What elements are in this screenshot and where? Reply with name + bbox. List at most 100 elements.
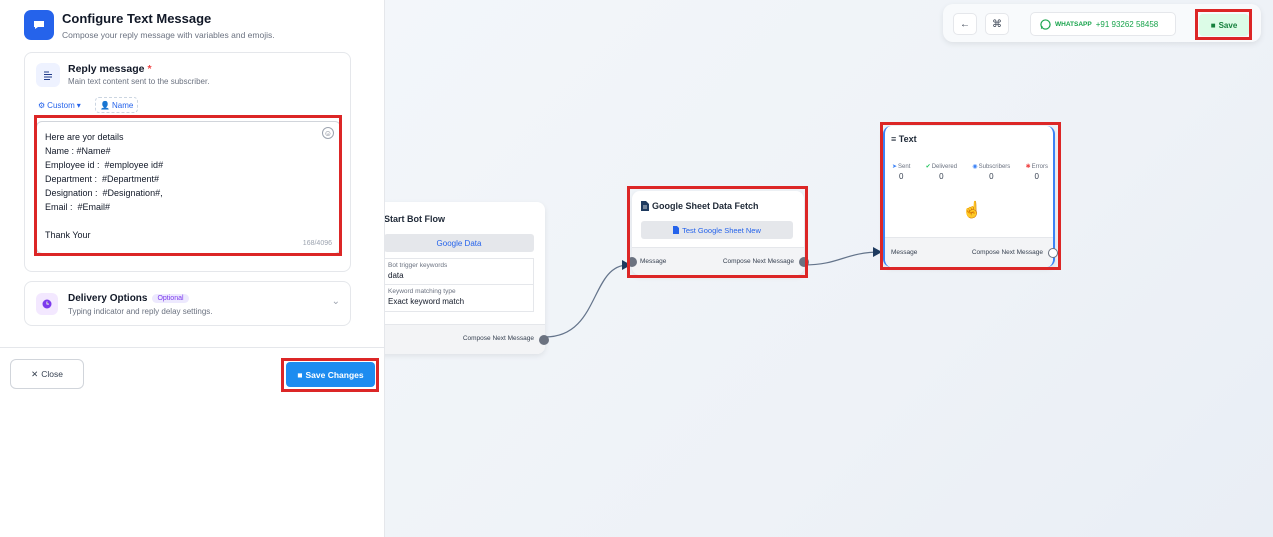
start-bot-flow-node[interactable]: Start Bot Flow Google Data Bot trigger k… [370,202,549,354]
message-line: Thank Your [45,230,91,240]
floppy-icon: ■ [297,369,303,380]
row-key: Keyword matching type [388,288,456,295]
table-row: Keyword matching type Exact keyword matc… [385,285,533,311]
input-port[interactable] [627,257,637,267]
back-button[interactable]: ← [953,13,977,35]
delivery-subtitle: Typing indicator and reply delay setting… [68,307,213,316]
message-line: Name : #Name# [45,146,111,156]
test-google-sheet-button[interactable]: Test Google Sheet New [641,221,793,239]
footer-divider [0,347,385,348]
message-text: Here are yor details Name : #Name# Emplo… [45,130,163,242]
stat-errors: ✱ Errors 0 [1025,163,1048,182]
custom-label: Custom [47,100,75,110]
reply-subtitle: Main text content sent to the subscriber… [68,77,210,86]
text-node[interactable]: ≡ Text ➤ Sent 0 ✔ Delivered 0 ◉ Subscribers… [883,126,1058,267]
arrow-left-icon: ← [960,18,970,30]
row-value: data [388,271,404,280]
name-variable-button[interactable]: 👤 Name [95,97,139,113]
panel-subtitle: Compose your reply message with variable… [62,30,275,40]
message-line: Employee id : #employee id# [45,160,164,170]
node-footer: Message Compose Next Message [627,247,809,275]
input-port-label: Message [891,249,918,256]
stat-sent: ➤ Sent 0 [892,163,911,182]
close-icon: ✕ [31,368,39,379]
reply-title-text: Reply message [68,63,145,75]
delivery-options-accordion[interactable]: Delivery Options Optional Typing indicato… [24,281,351,326]
save-changes-label: Save Changes [305,369,364,380]
stat-value: 0 [898,172,904,181]
node-footer: Compose Next Message [370,324,549,354]
message-line: Department : #Department# [45,174,160,184]
chat-bubble-icon [24,10,54,40]
output-port-label: Compose Next Message [722,258,794,265]
file-icon [673,226,680,234]
name-label: Name [111,100,134,110]
required-mark: * [147,63,152,75]
stat-label: Errors [1031,163,1048,170]
stat-value: 0 [989,172,994,181]
google-data-button[interactable]: Google Data [384,234,534,252]
output-port[interactable] [799,257,809,267]
top-toolbar: ← ⌘ WHATSAPP +91 93262 58458 ■ Save [943,4,1261,42]
message-line: Email : #Email# [45,202,111,212]
node-footer: Message Compose Next Message [885,237,1058,267]
fit-view-button[interactable]: ⌘ [985,13,1009,35]
variables-icon: ⚙ [38,100,46,110]
stat-label: Sent [898,163,911,170]
output-port[interactable] [1048,248,1058,258]
save-button[interactable]: ■ Save [1199,14,1249,36]
output-port-label: Compose Next Message [971,249,1043,256]
reply-title: Reply message * [68,63,152,75]
hand-pointer-icon: ☝ [962,202,982,219]
whatsapp-icon [1040,18,1051,30]
trigger-table: Bot trigger keywords data Keyword matchi… [384,258,534,312]
delivery-title: Delivery Options Optional [68,293,189,304]
chevron-down-icon: ⌄ [331,296,340,307]
floppy-icon: ■ [1210,20,1216,30]
stat-value: 0 [939,172,944,181]
node-title: Google Sheet Data Fetch [641,201,759,211]
close-button[interactable]: ✕ Close [10,359,84,389]
whatsapp-account-chip[interactable]: WHATSAPP +91 93262 58458 [1030,12,1176,36]
row-value: Exact keyword match [388,297,465,306]
whatsapp-label: WHATSAPP [1055,20,1092,28]
stat-subscribers: ◉ Subscribers 0 [972,163,1011,182]
text-lines-icon [36,63,60,87]
stat-label: Delivered [931,163,958,170]
button-label: Test Google Sheet New [682,225,761,235]
bug-icon: ✱ [1025,164,1031,170]
reply-message-card: Reply message * Main text content sent to… [24,52,351,272]
node-title: ≡ Text [891,134,917,144]
sheet-file-icon [641,201,649,211]
output-port-label: Compose Next Message [462,335,534,342]
input-port-label: Message [640,258,667,265]
stat-value: 0 [1034,172,1039,181]
clock-icon [36,293,58,315]
lines-icon: ≡ [891,134,899,144]
save-label: Save [1218,20,1238,30]
panel-title: Configure Text Message [62,11,212,26]
emoji-icon[interactable]: ☺ [322,127,334,139]
caret-down-icon: ▾ [76,100,81,110]
message-line [45,214,163,228]
user-circle-icon: ◉ [972,164,978,170]
message-line: Here are yor details [45,132,124,142]
config-panel: Configure Text Message Compose your repl… [0,0,385,537]
output-port[interactable] [539,335,549,345]
stat-delivered: ✔ Delivered 0 [925,163,958,182]
message-textarea[interactable]: Here are yor details Name : #Name# Emplo… [36,121,341,254]
google-sheet-node[interactable]: Google Sheet Data Fetch Test Google Shee… [627,191,809,275]
phone-number: +91 93262 58458 [1095,19,1159,29]
delivery-title-text: Delivery Options [68,293,148,304]
node-title-text: Text [898,134,917,144]
row-key: Bot trigger keywords [388,262,448,269]
save-changes-button[interactable]: ■ Save Changes [286,362,375,387]
close-label: Close [41,369,63,379]
expand-icon: ⌘ [992,18,1002,30]
custom-variable-dropdown[interactable]: ⚙ Custom ▾ [34,97,85,113]
node-stats: ➤ Sent 0 ✔ Delivered 0 ◉ Subscribers 0 ✱ Err… [892,163,1048,182]
node-title: Start Bot Flow [384,214,445,224]
user-icon: 👤 [100,100,110,110]
check-circle-icon: ✔ [925,164,931,170]
stat-label: Subscribers [978,163,1011,170]
